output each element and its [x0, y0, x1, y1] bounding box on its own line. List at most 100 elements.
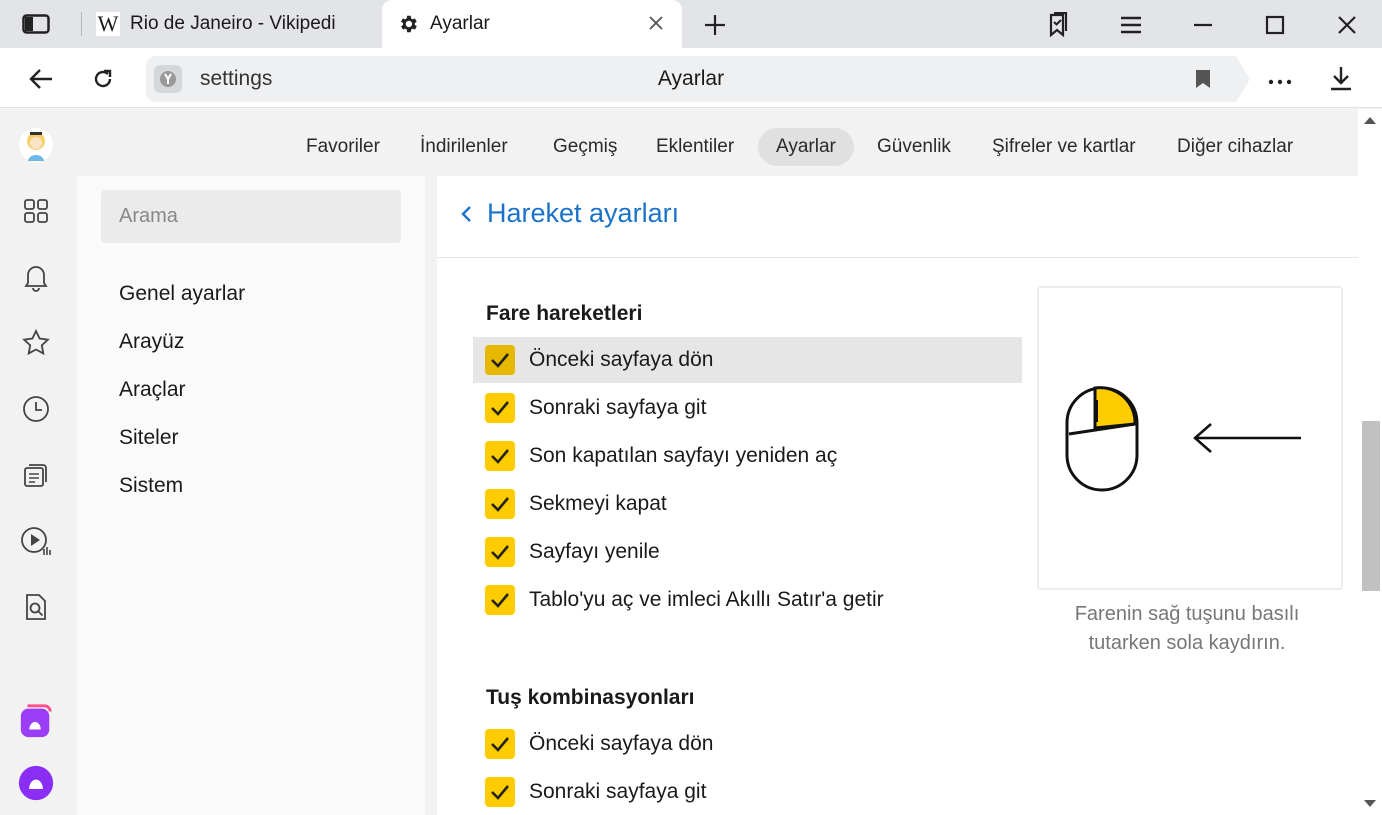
- page-title: Hareket ayarları: [487, 198, 680, 228]
- sidebar-search-doc[interactable]: [18, 589, 54, 625]
- key-combo-option[interactable]: Sonraki sayfaya git: [473, 769, 1022, 815]
- sidebar-notifications[interactable]: [18, 259, 54, 295]
- sidebar-alice[interactable]: [18, 765, 54, 801]
- download-icon: [1331, 67, 1351, 91]
- bookmark-button[interactable]: [1190, 66, 1216, 92]
- plus-icon: [705, 15, 725, 35]
- checkmark-icon: [491, 401, 509, 416]
- checkbox[interactable]: [485, 729, 515, 759]
- gesture-settings-panel: Hareket ayarları Fare hareketleri Önceki…: [437, 176, 1358, 815]
- key-combos-heading: Tuş kombinasyonları: [486, 686, 695, 709]
- tab-wikipedia[interactable]: W Rio de Janeiro - Vikipedi: [82, 0, 380, 48]
- chevron-left-icon: [461, 205, 471, 222]
- gear-icon: [396, 12, 420, 36]
- close-icon: [1338, 16, 1356, 34]
- menu-item-sites[interactable]: Siteler: [119, 426, 179, 450]
- maximize-button[interactable]: [1260, 10, 1290, 40]
- hamburger-icon: [1121, 16, 1141, 34]
- gesture-option[interactable]: Sonraki sayfaya git: [473, 385, 1022, 431]
- gesture-option[interactable]: Sekmeyi kapat: [473, 481, 1022, 527]
- sidebar-reading-list[interactable]: [18, 457, 54, 493]
- wikipedia-icon: W: [96, 11, 120, 36]
- menu-item-general[interactable]: Genel ayarlar: [119, 282, 245, 306]
- profile-avatar[interactable]: [18, 127, 54, 163]
- sidebar-media[interactable]: [18, 523, 54, 559]
- scroll-thumb[interactable]: [1362, 421, 1380, 591]
- minimize-icon: [1194, 23, 1212, 27]
- checkmark-icon: [491, 593, 509, 608]
- new-tab-button[interactable]: [700, 10, 730, 40]
- checkbox[interactable]: [485, 777, 515, 807]
- menu-item-system[interactable]: Sistem: [119, 474, 183, 498]
- collections-button[interactable]: [1042, 10, 1074, 40]
- nav-tab-favorites[interactable]: Favoriler: [306, 128, 380, 166]
- sidebar-toggle-icon: [22, 14, 50, 34]
- back-to-settings-link[interactable]: Hareket ayarları: [459, 198, 679, 229]
- checkbox[interactable]: [485, 441, 515, 471]
- gesture-option[interactable]: Tablo'yu aç ve imleci Akıllı Satır'a get…: [473, 577, 1022, 623]
- nav-tab-settings[interactable]: Ayarlar: [758, 128, 854, 166]
- play-icon: [21, 527, 51, 555]
- sidebar-favorites[interactable]: [18, 325, 54, 361]
- checkmark-icon: [491, 497, 509, 512]
- illustration-caption: Farenin sağ tuşunu basılı tutarken sola …: [1037, 600, 1337, 658]
- alice-icon: [18, 765, 54, 801]
- browser-sidebar: [0, 109, 76, 815]
- page-title-text: Ayarlar: [657, 67, 725, 90]
- arrow-left-icon: [29, 69, 52, 89]
- page-scrollbar[interactable]: [1358, 109, 1382, 815]
- scroll-up-arrow[interactable]: [1364, 117, 1376, 124]
- checkmark-icon: [491, 353, 509, 368]
- minimize-button[interactable]: [1188, 10, 1218, 40]
- settings-search-input[interactable]: Arama: [101, 190, 401, 243]
- ellipsis-icon: [1268, 79, 1292, 85]
- checkbox[interactable]: [485, 585, 515, 615]
- bookmark-icon: [1196, 70, 1210, 88]
- nav-tab-passwords[interactable]: Şifreler ve kartlar: [992, 128, 1136, 166]
- sidebar-services[interactable]: [18, 193, 54, 229]
- scroll-down-arrow[interactable]: [1364, 800, 1376, 807]
- gesture-option[interactable]: Önceki sayfaya dön: [473, 337, 1022, 383]
- checkbox[interactable]: [485, 345, 515, 375]
- documents-icon: [24, 464, 47, 487]
- tab-strip: W Rio de Janeiro - Vikipedi Ayarlar: [0, 0, 1382, 48]
- checkmark-icon: [491, 449, 509, 464]
- settings-menu-panel: Arama Genel ayarlar Arayüz Araçlar Sitel…: [77, 176, 425, 815]
- reload-button[interactable]: [88, 64, 118, 94]
- mouse-gestures-heading: Fare hareketleri: [486, 302, 643, 325]
- nav-tab-history[interactable]: Geçmiş: [553, 128, 617, 166]
- nav-tab-downloads[interactable]: İndirilenler: [420, 128, 508, 166]
- sidebar-alice-app[interactable]: [18, 703, 54, 739]
- gesture-option[interactable]: Sayfayı yenile: [473, 529, 1022, 575]
- mouse-gesture-icon: [1065, 386, 1301, 492]
- tab-settings[interactable]: Ayarlar: [382, 0, 682, 48]
- avatar-icon: [19, 128, 53, 162]
- checkbox[interactable]: [485, 489, 515, 519]
- tab-label: Rio de Janeiro - Vikipedi: [130, 13, 336, 34]
- document-search-icon: [26, 594, 46, 620]
- menu-button[interactable]: [1116, 10, 1146, 40]
- nav-tab-security[interactable]: Güvenlik: [877, 128, 951, 166]
- sidebar-toggle-button[interactable]: [18, 12, 54, 36]
- checkbox[interactable]: [485, 393, 515, 423]
- menu-item-interface[interactable]: Arayüz: [119, 330, 184, 354]
- checkbox[interactable]: [485, 537, 515, 567]
- checkmark-icon: [491, 737, 509, 752]
- reload-icon: [94, 69, 112, 88]
- more-button[interactable]: [1266, 66, 1294, 94]
- sidebar-history[interactable]: [18, 391, 54, 427]
- star-icon: [22, 328, 50, 356]
- menu-item-tools[interactable]: Araçlar: [119, 378, 186, 402]
- nav-tab-extensions[interactable]: Eklentiler: [656, 128, 734, 166]
- option-label: Sayfayı yenile: [529, 540, 660, 563]
- back-button[interactable]: [26, 64, 56, 94]
- key-combo-option[interactable]: Önceki sayfaya dön: [473, 721, 1022, 767]
- nav-tab-devices[interactable]: Diğer cihazlar: [1177, 128, 1293, 166]
- close-window-button[interactable]: [1332, 10, 1362, 40]
- gesture-option[interactable]: Son kapatılan sayfayı yeniden aç: [473, 433, 1022, 479]
- address-bar[interactable]: settings Ayarlar: [146, 56, 1250, 102]
- option-label: Tablo'yu aç ve imleci Akıllı Satır'a get…: [529, 588, 884, 611]
- clock-icon: [23, 396, 49, 422]
- downloads-button[interactable]: [1326, 62, 1356, 94]
- close-tab-icon[interactable]: [646, 13, 666, 33]
